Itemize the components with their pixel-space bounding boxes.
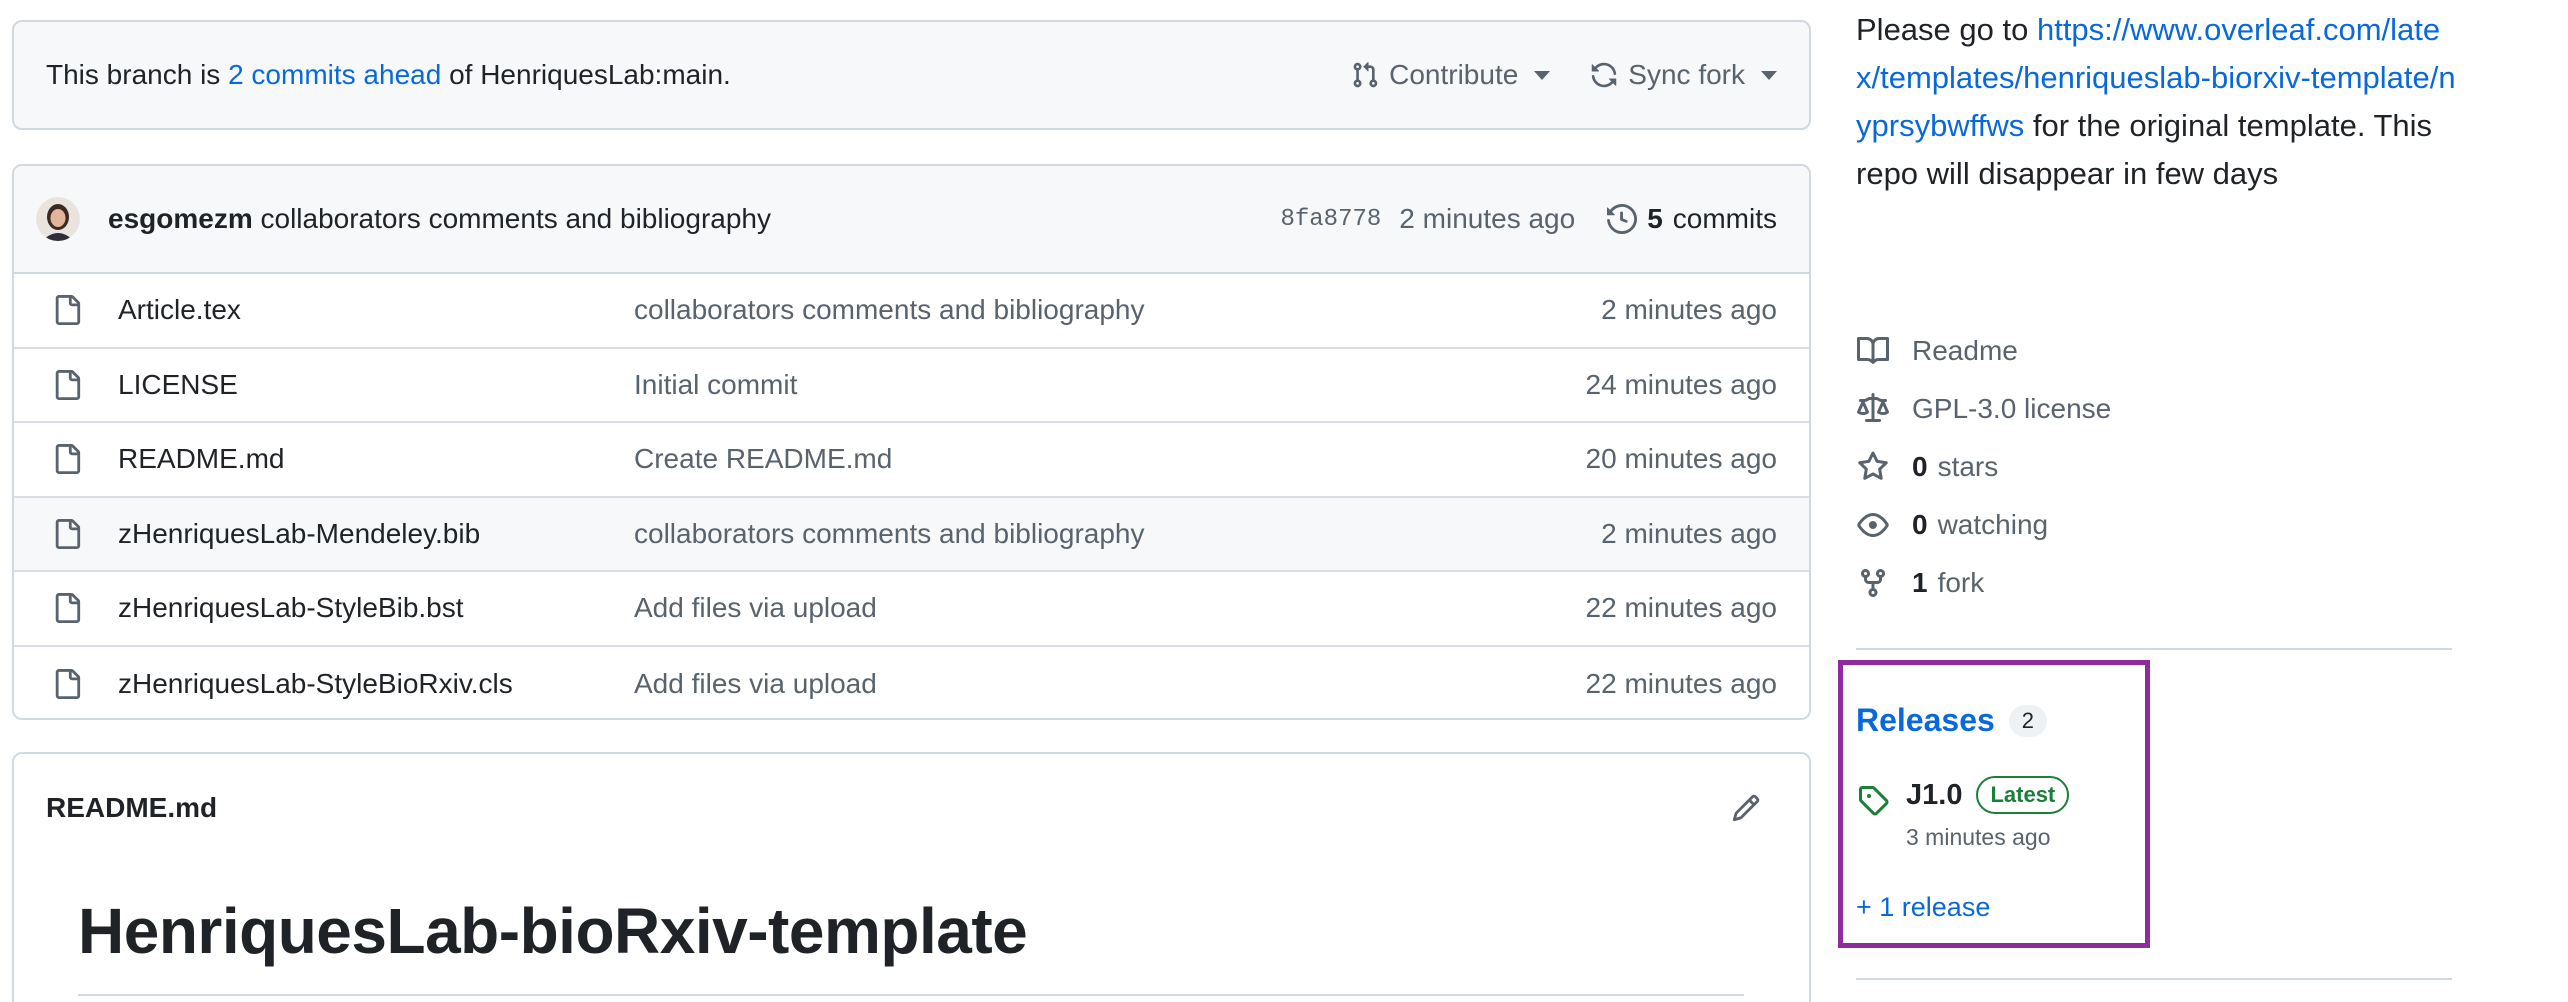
file-time: 22 minutes ago: [1585, 667, 1777, 699]
pencil-icon[interactable]: [1731, 793, 1761, 823]
tag-icon: [1859, 786, 1889, 816]
history-icon: [1607, 204, 1638, 234]
forks-link[interactable]: 1 fork: [1856, 554, 2111, 612]
stars-link[interactable]: 0 stars: [1856, 438, 2111, 496]
file-commit-message[interactable]: Create README.md: [634, 443, 1586, 475]
sidebar-divider: [1856, 978, 2452, 980]
fork-count: 1: [1912, 567, 1928, 598]
sidebar-divider: [1856, 648, 2452, 650]
commit-count: 5: [1647, 203, 1663, 234]
book-icon: [1857, 337, 1890, 364]
law-icon: [1857, 393, 1889, 422]
eye-icon: [1857, 513, 1889, 537]
fork-label: fork: [1937, 567, 1985, 598]
table-row[interactable]: zHenriquesLab-Mendeley.bib collaborators…: [14, 497, 1809, 572]
release-time: 3 minutes ago: [1906, 824, 2051, 850]
heading-divider: [78, 994, 1744, 996]
file-icon: [55, 593, 81, 624]
branch-status-text: This branch is 2 commits ahead of Henriq…: [46, 59, 1351, 91]
file-time: 20 minutes ago: [1585, 443, 1777, 475]
table-row[interactable]: Article.tex collaborators comments and b…: [14, 274, 1809, 349]
file-commit-message[interactable]: Add files via upload: [634, 592, 1586, 624]
file-name[interactable]: Article.tex: [118, 294, 634, 326]
releases-header: Releases 2: [1856, 702, 2048, 739]
stars-label: stars: [1937, 451, 1999, 482]
file-name[interactable]: zHenriquesLab-Mendeley.bib: [118, 518, 634, 550]
contribute-button[interactable]: Contribute: [1351, 59, 1551, 91]
branch-status-banner: This branch is 2 commits ahead of Henriq…: [12, 20, 1811, 130]
releases-link[interactable]: Releases: [1856, 702, 1995, 739]
branch-status-prefix: This branch is: [46, 59, 229, 90]
file-commit-message[interactable]: Initial commit: [634, 369, 1586, 401]
watching-link[interactable]: 0 watching: [1856, 496, 2111, 554]
commits-link[interactable]: 5 commits: [1607, 203, 1777, 235]
branch-status-suffix: of HenriquesLab:main.: [441, 59, 731, 90]
commit-sha[interactable]: 8fa8778: [1280, 206, 1381, 233]
file-name[interactable]: zHenriquesLab-StyleBioRxiv.cls: [118, 668, 634, 700]
sync-fork-label: Sync fork: [1628, 59, 1745, 90]
latest-release-item[interactable]: J1.0 Latest 3 minutes ago: [1856, 776, 2070, 851]
file-icon: [55, 444, 81, 475]
table-row[interactable]: LICENSE Initial commit 24 minutes ago: [14, 349, 1809, 423]
sync-icon: [1592, 62, 1617, 88]
table-row[interactable]: README.md Create README.md 20 minutes ag…: [14, 423, 1809, 498]
git-pull-request-icon: [1353, 62, 1378, 88]
table-row[interactable]: zHenriquesLab-StyleBib.bst Add files via…: [14, 572, 1809, 647]
releases-count-badge: 2: [2008, 704, 2048, 737]
latest-badge: Latest: [1976, 776, 2070, 814]
file-commit-message[interactable]: collaborators comments and bibliography: [634, 518, 1601, 550]
about-lead: Please go to: [1856, 12, 2037, 47]
chevron-down-icon: [1534, 70, 1551, 80]
file-icon: [55, 295, 81, 326]
commit-author[interactable]: esgomezm: [108, 203, 253, 234]
file-time: 2 minutes ago: [1601, 517, 1777, 549]
repo-forked-icon: [1861, 569, 1885, 598]
chevron-down-icon: [1761, 70, 1777, 80]
commit-time: 2 minutes ago: [1399, 203, 1576, 234]
file-commit-message[interactable]: collaborators comments and bibliography: [634, 294, 1601, 326]
commit-message[interactable]: collaborators comments and bibliography: [261, 203, 772, 234]
file-name[interactable]: LICENSE: [118, 369, 634, 401]
about-description: Please go to https://www.overleaf.com/la…: [1856, 6, 2456, 198]
commits-ahead-link[interactable]: 2 commits ahead: [228, 59, 441, 90]
release-name[interactable]: J1.0: [1906, 779, 1962, 812]
file-icon: [55, 668, 81, 699]
file-icon: [55, 518, 81, 549]
file-name[interactable]: README.md: [118, 443, 634, 475]
more-releases-link[interactable]: + 1 release: [1856, 892, 1990, 923]
star-icon: [1858, 451, 1888, 480]
readme-panel: README.md HenriquesLab-bioRxiv-template: [12, 752, 1811, 1002]
stars-count: 0: [1912, 451, 1928, 482]
readme-label: Readme: [1912, 335, 2018, 366]
contribute-label: Contribute: [1389, 59, 1519, 90]
avatar[interactable]: [36, 197, 80, 241]
file-commit-message[interactable]: Add files via upload: [634, 668, 1586, 700]
table-row[interactable]: zHenriquesLab-StyleBioRxiv.cls Add files…: [14, 647, 1809, 719]
readme-link[interactable]: Readme: [1856, 322, 2111, 380]
file-table: esgomezm collaborators comments and bibl…: [12, 164, 1811, 720]
commits-label: commits: [1672, 203, 1777, 234]
file-time: 2 minutes ago: [1601, 294, 1777, 326]
file-icon: [55, 369, 81, 400]
license-label: GPL-3.0 license: [1912, 393, 2112, 424]
readme-file-label[interactable]: README.md: [46, 792, 1731, 824]
latest-commit-header: esgomezm collaborators comments and bibl…: [14, 166, 1809, 274]
repo-meta-list: Readme GPL-3.0 license 0 stars 0 watchin…: [1856, 322, 2111, 612]
watching-label: watching: [1937, 509, 2049, 540]
license-link[interactable]: GPL-3.0 license: [1856, 380, 2111, 438]
readme-heading: HenriquesLab-bioRxiv-template: [78, 895, 1028, 967]
file-name[interactable]: zHenriquesLab-StyleBib.bst: [118, 592, 634, 624]
file-time: 22 minutes ago: [1585, 592, 1777, 624]
watching-count: 0: [1912, 509, 1928, 540]
sync-fork-button[interactable]: Sync fork: [1590, 59, 1777, 91]
file-time: 24 minutes ago: [1585, 368, 1777, 400]
